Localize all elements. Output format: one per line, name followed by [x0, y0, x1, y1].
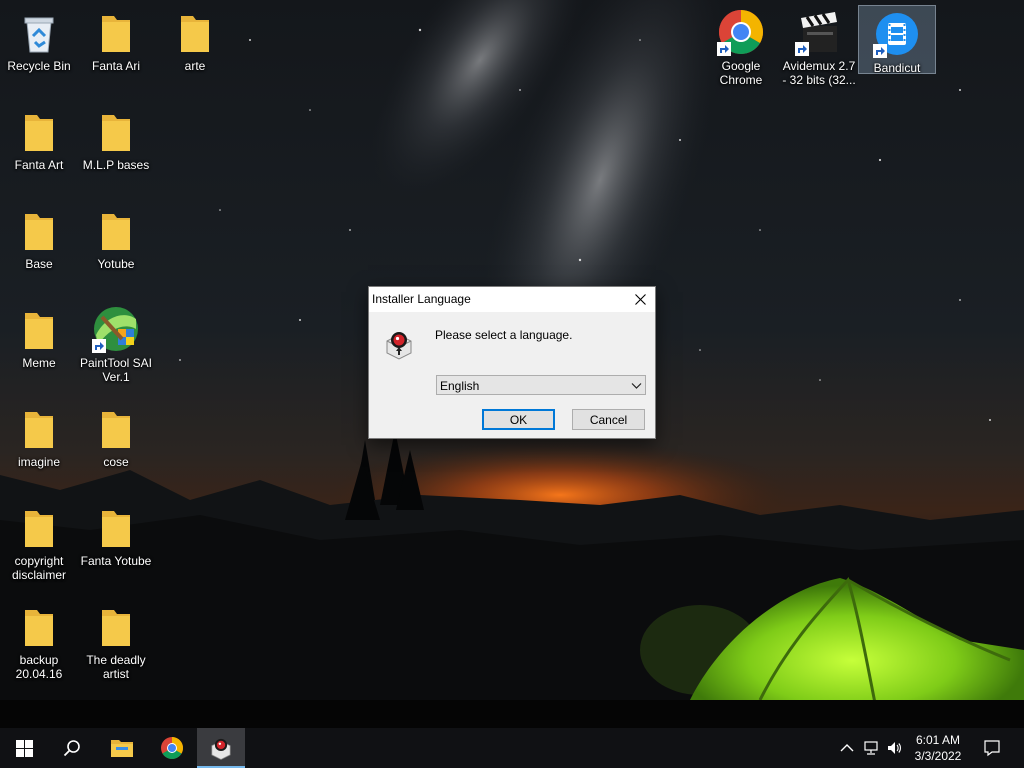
- desktop-icon-label: cose: [103, 455, 129, 469]
- desktop-icon-folder-base[interactable]: Base: [1, 202, 77, 294]
- desktop-icon-folder-arte[interactable]: arte: [157, 4, 233, 96]
- language-select[interactable]: English: [436, 375, 646, 395]
- taskbar-bandicut-installer[interactable]: [197, 728, 245, 768]
- file-explorer-icon: [111, 740, 133, 757]
- search-button[interactable]: [48, 728, 96, 768]
- desktop-icon-folder-mlp-bases[interactable]: M.L.P bases: [78, 103, 154, 195]
- desktop-icon-folder-yotube[interactable]: Yotube: [78, 202, 154, 294]
- folder-icon: [15, 602, 63, 650]
- desktop-icon-folder-imagine[interactable]: imagine: [1, 400, 77, 492]
- desktop-icon-folder-fanta-art[interactable]: Fanta Art: [1, 103, 77, 195]
- close-button[interactable]: [625, 287, 655, 312]
- desktop-icon-folder-fanta-ari[interactable]: Fanta Ari: [78, 4, 154, 96]
- desktop-icon-label: imagine: [17, 455, 61, 469]
- desktop-icon-bandicut[interactable]: Bandicut: [858, 5, 936, 75]
- desktop-icon-label: M.L.P bases: [82, 158, 150, 172]
- desktop-icon-label: Meme: [22, 356, 56, 370]
- desktop-icon-label: Bandicut: [873, 61, 921, 75]
- desktop-icon-avidemux[interactable]: Avidemux 2.7 - 32 bits (32...: [781, 4, 857, 96]
- desktop-icon-label: Google Chrome: [719, 59, 763, 87]
- desktop-icon-label: Avidemux 2.7 - 32 bits (32...: [782, 59, 856, 87]
- recycle-bin-icon: [15, 8, 63, 56]
- folder-icon: [15, 206, 63, 254]
- desktop-icon-label: copyright disclaimer: [11, 554, 66, 582]
- dialog-title: Installer Language: [372, 292, 471, 306]
- desktop-icon-label: Yotube: [97, 257, 135, 271]
- search-icon: [63, 740, 80, 757]
- language-select-value: English: [440, 379, 480, 393]
- dialog-prompt: Please select a language.: [435, 328, 573, 342]
- desktop-icon-label: Fanta Art: [14, 158, 64, 172]
- chrome-icon: [717, 8, 765, 56]
- desktop-icon-folder-fanta-yotube[interactable]: Fanta Yotube: [78, 499, 154, 591]
- folder-icon: [15, 503, 63, 551]
- desktop-icon-label: The deadly artist: [86, 653, 146, 681]
- close-icon: [634, 294, 646, 305]
- ok-button[interactable]: OK: [482, 409, 555, 430]
- taskbar: 6:01 AM 3/3/2022: [0, 728, 1024, 768]
- volume-icon[interactable]: [886, 740, 902, 756]
- folder-icon: [92, 602, 140, 650]
- folder-icon: [15, 305, 63, 353]
- clock-date: 3/3/2022: [914, 749, 962, 763]
- folder-icon: [92, 107, 140, 155]
- folder-icon: [15, 107, 63, 155]
- bandicut-icon: [873, 10, 921, 58]
- desktop-icon-label: backup 20.04.16: [15, 653, 63, 681]
- taskbar-file-explorer[interactable]: [98, 728, 146, 768]
- folder-icon: [92, 404, 140, 452]
- desktop-icon-folder-backup[interactable]: backup 20.04.16: [1, 598, 77, 690]
- shortcut-arrow-icon: [795, 42, 809, 56]
- desktop-icon-folder-copyright-disclaimer[interactable]: copyright disclaimer: [1, 499, 77, 591]
- desktop-icon-label: PaintTool SAI Ver.1: [79, 356, 153, 384]
- start-icon: [15, 739, 33, 757]
- bandicut-installer-logo-icon: [383, 327, 415, 361]
- shortcut-arrow-icon: [717, 42, 731, 56]
- desktop-icon-folder-the-deadly-artist[interactable]: The deadly artist: [78, 598, 154, 690]
- clapperboard-icon: [795, 8, 843, 56]
- desktop-icon-label: arte: [184, 59, 206, 73]
- desktop-icon-painttool-sai[interactable]: PaintTool SAI Ver.1: [78, 301, 154, 393]
- desktop-icon-label: Fanta Yotube: [80, 554, 152, 568]
- taskbar-clock[interactable]: 6:01 AM 3/3/2022: [904, 732, 972, 764]
- network-icon[interactable]: [863, 740, 879, 756]
- dialog-titlebar[interactable]: Installer Language: [369, 287, 655, 312]
- clock-time: 6:01 AM: [915, 733, 961, 747]
- folder-icon: [171, 8, 219, 56]
- desktop-icon-folder-cose[interactable]: cose: [78, 400, 154, 492]
- desktop-icon-folder-meme[interactable]: Meme: [1, 301, 77, 393]
- desktop-icon-recycle-bin[interactable]: Recycle Bin: [1, 4, 77, 96]
- installer-language-dialog: Installer Language Please select a langu…: [368, 286, 656, 439]
- desktop-icon-label: Fanta Ari: [91, 59, 141, 73]
- chevron-down-icon: [631, 383, 642, 389]
- painttool-sai-icon: [92, 305, 140, 353]
- notification-icon[interactable]: [983, 739, 1001, 757]
- desktop-icon-label: Recycle Bin: [7, 59, 71, 73]
- chevron-up-icon[interactable]: [839, 740, 855, 756]
- desktop-icon-google-chrome[interactable]: Google Chrome: [703, 4, 779, 96]
- taskbar-chrome[interactable]: [148, 728, 196, 768]
- cancel-button[interactable]: Cancel: [572, 409, 645, 430]
- start-button[interactable]: [0, 728, 48, 768]
- bandicut-installer-icon: [211, 738, 231, 760]
- shortcut-arrow-icon: [92, 339, 106, 353]
- shortcut-arrow-icon: [873, 44, 887, 58]
- folder-icon: [92, 206, 140, 254]
- folder-icon: [15, 404, 63, 452]
- folder-icon: [92, 503, 140, 551]
- folder-icon: [92, 8, 140, 56]
- desktop-icon-label: Base: [25, 257, 53, 271]
- chrome-icon: [161, 737, 183, 759]
